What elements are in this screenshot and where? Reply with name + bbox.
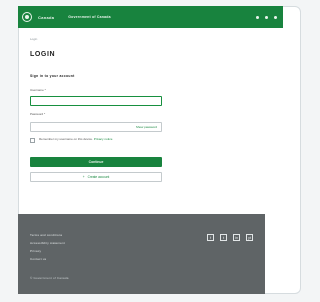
remember-checkbox[interactable] (30, 138, 35, 143)
footer: Terms and conditions Accessibility state… (18, 214, 265, 294)
menu-dot-icon[interactable] (265, 15, 268, 19)
remember-text: Remember my username on this device. Pri… (39, 137, 112, 143)
youtube-icon[interactable]: yt (246, 234, 253, 241)
password-label: Password * (30, 112, 46, 116)
footer-link[interactable]: Terms and conditions (30, 233, 65, 237)
header-tagline: Government of Canada (68, 15, 111, 19)
page-title: LOGIN (30, 51, 56, 58)
facebook-icon[interactable]: f (207, 234, 214, 241)
menu-dot-icon[interactable] (256, 15, 259, 19)
continue-button[interactable]: Continue (30, 157, 162, 167)
username-field[interactable] (30, 96, 162, 106)
twitter-icon[interactable]: t (220, 234, 227, 241)
password-field[interactable]: Show password (30, 122, 162, 132)
create-account-label: Create account (87, 175, 110, 179)
username-label: Username * (30, 88, 46, 92)
linkedin-icon[interactable]: in (233, 234, 240, 241)
header-bar: Canada Government of Canada (18, 6, 283, 28)
page-subtitle: Sign in to your account (30, 74, 75, 78)
logo-icon[interactable] (22, 12, 32, 22)
privacy-link[interactable]: Privacy notice (94, 137, 113, 141)
remember-me: Remember my username on this device. Pri… (30, 137, 162, 143)
copyright: © Government of Canada (30, 276, 69, 280)
footer-link[interactable]: Privacy (30, 249, 65, 253)
footer-link[interactable]: Accessibility statement (30, 241, 65, 245)
footer-link[interactable]: Contact us (30, 257, 65, 261)
remember-label: Remember my username on this device. (39, 137, 94, 141)
footer-links: Terms and conditions Accessibility state… (30, 233, 65, 261)
create-account-button[interactable]: + Create account (30, 172, 162, 182)
brand-name[interactable]: Canada (38, 15, 54, 20)
breadcrumb[interactable]: Login (30, 37, 37, 41)
header-icons (256, 15, 277, 19)
social-links: f t in yt (207, 234, 253, 241)
show-password-button[interactable]: Show password (136, 125, 157, 129)
menu-dot-icon[interactable] (274, 15, 277, 19)
plus-icon: + (82, 175, 85, 179)
